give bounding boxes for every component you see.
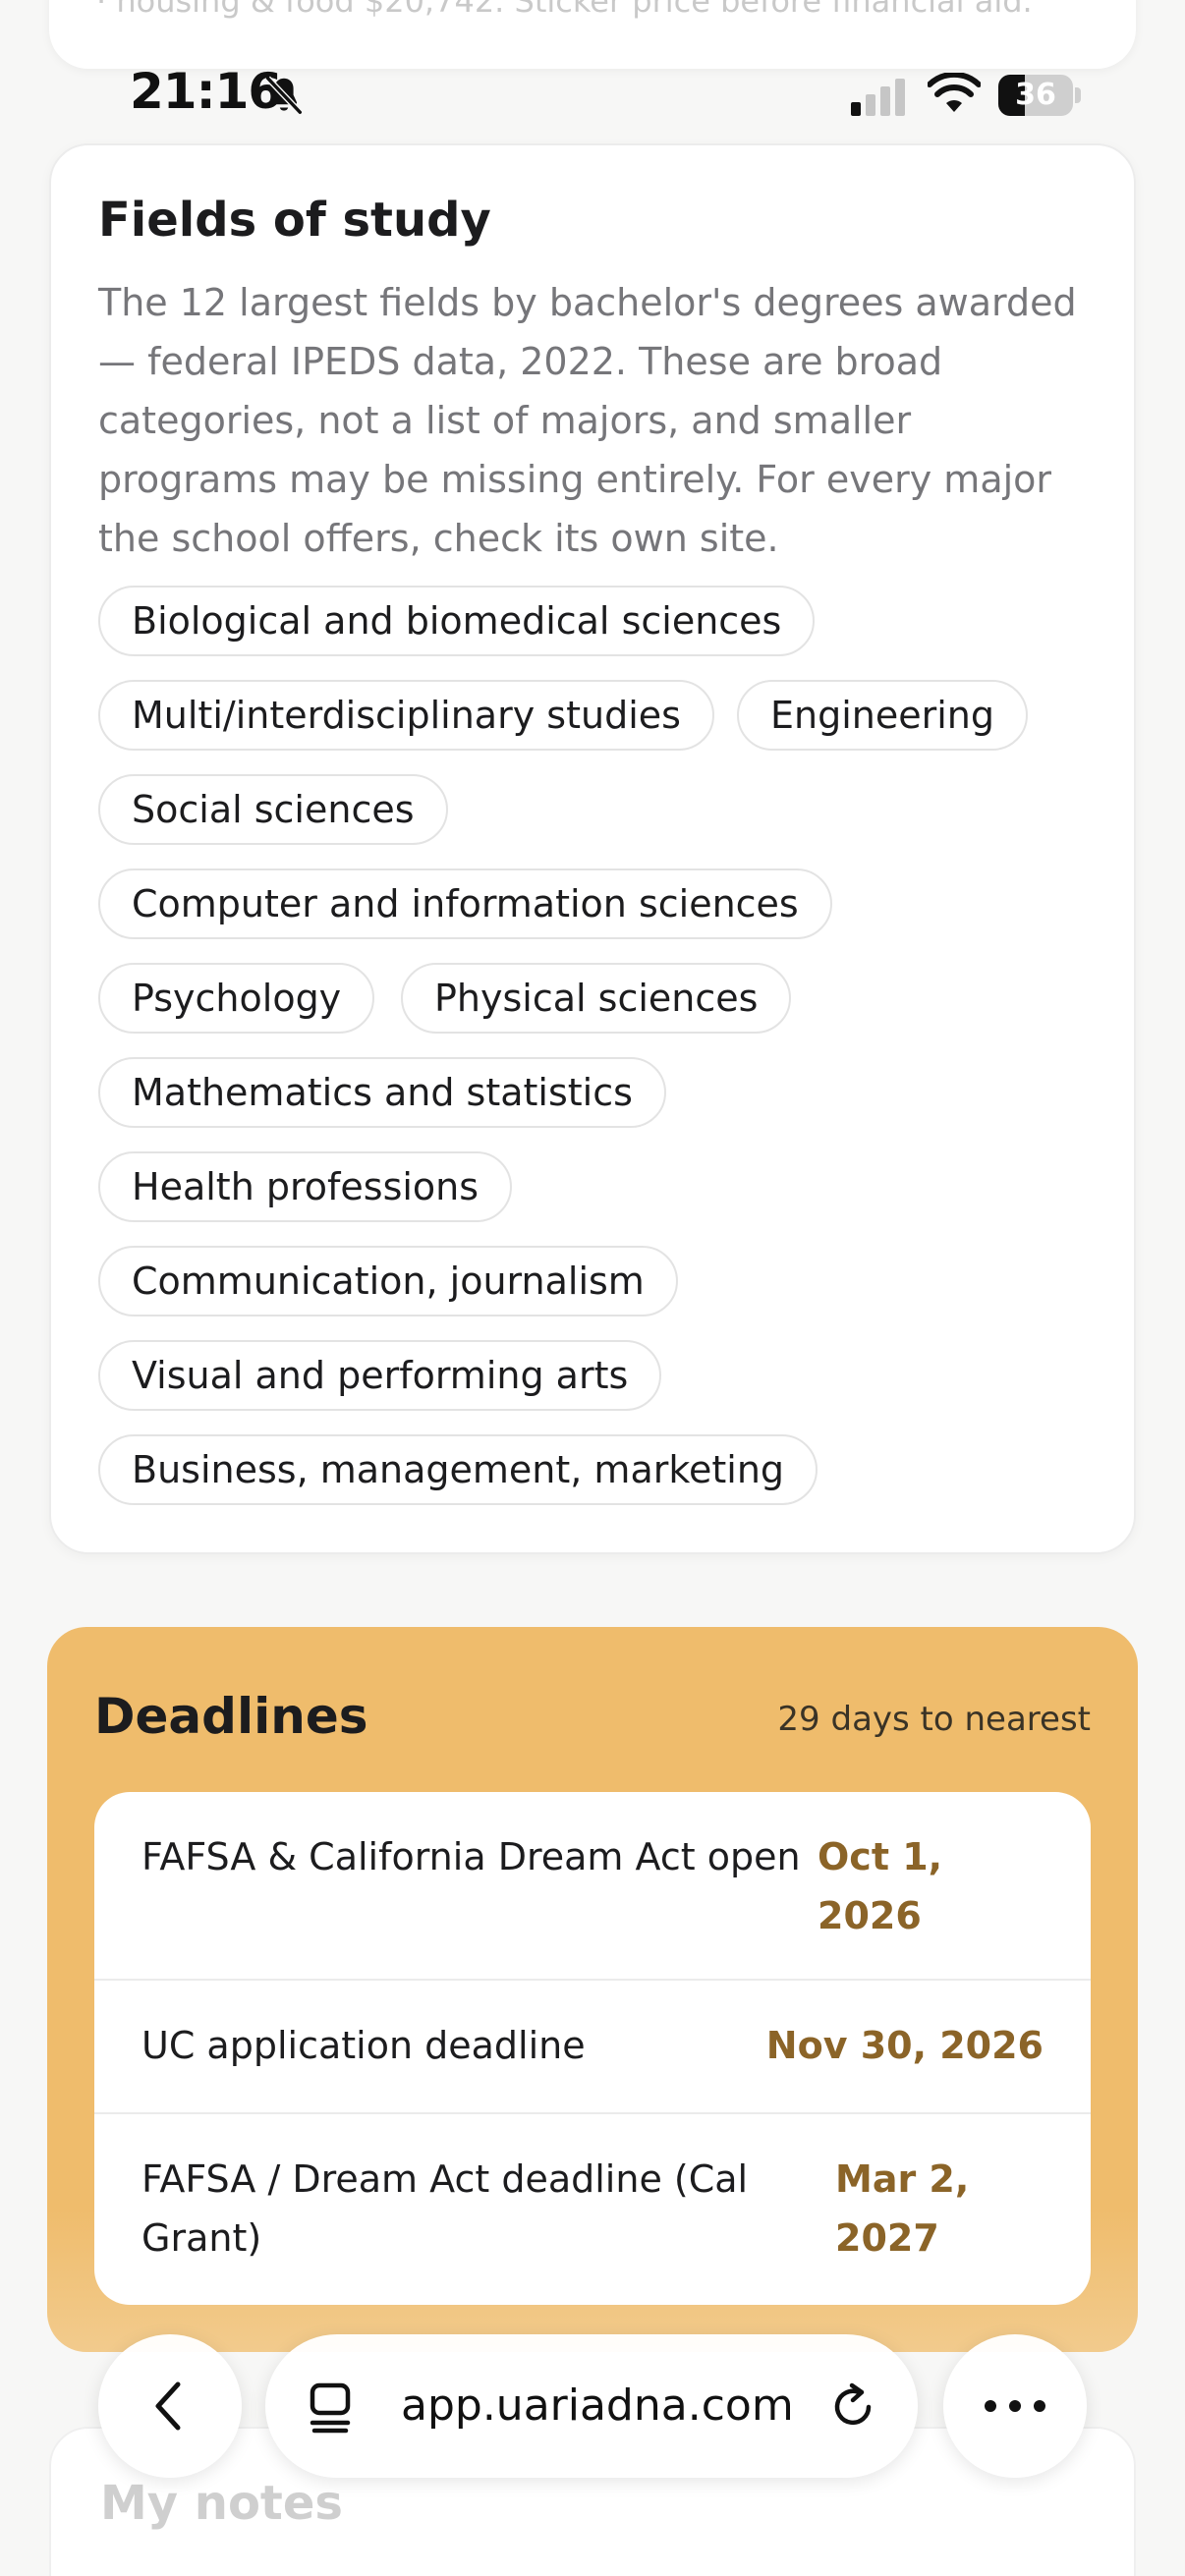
tabs-icon <box>310 2382 351 2434</box>
field-chip[interactable]: Social sciences <box>98 774 448 845</box>
battery-icon: 36 <box>998 75 1081 116</box>
more-button[interactable] <box>943 2334 1087 2478</box>
deadline-date: Mar 2, 2027 <box>835 2157 970 2260</box>
more-dots-icon <box>985 2400 1045 2412</box>
address-bar[interactable]: app.uariadna.com <box>265 2334 918 2478</box>
deadlines-title: Deadlines <box>94 1688 368 1745</box>
back-chevron-icon <box>155 2381 181 2431</box>
browser-toolbar: app.uariadna.com <box>0 2334 1185 2478</box>
deadlines-list: FAFSA & California Dream Act open Oct 1,… <box>94 1792 1091 2305</box>
fields-title: Fields of study <box>98 193 491 248</box>
deadlines-subtitle: 29 days to nearest <box>777 1700 1091 1739</box>
notes-title: My notes <box>100 2476 343 2531</box>
deadline-label: FAFSA & California Dream Act open <box>141 1835 801 1878</box>
previous-card-text: · housing & food $20,742. Sticker price … <box>96 0 1033 20</box>
field-chip[interactable]: Computer and information sciences <box>98 868 832 939</box>
fields-of-study-card: Fields of study The 12 largest fields by… <box>49 143 1136 1554</box>
wifi-icon <box>928 73 981 112</box>
battery-level: 36 <box>1015 78 1056 112</box>
url-text: app.uariadna.com <box>401 2380 794 2431</box>
deadline-date: Nov 30, 2026 <box>765 2024 1044 2067</box>
deadline-row: FAFSA / Dream Act deadline (Cal Grant) M… <box>94 2114 1091 2305</box>
field-chip[interactable]: Multi/interdisciplinary studies <box>98 680 714 751</box>
deadline-row: UC application deadline Nov 30, 2026 <box>94 1981 1091 2114</box>
deadline-row: FAFSA & California Dream Act open Oct 1,… <box>94 1792 1091 1981</box>
field-chip[interactable]: Physical sciences <box>401 963 792 1034</box>
field-chip[interactable]: Business, management, marketing <box>98 1434 818 1505</box>
signal-icon <box>851 79 905 116</box>
field-chip[interactable]: Engineering <box>737 680 1028 751</box>
status-bar: 21:16 36 <box>0 59 1185 138</box>
field-chip[interactable]: Health professions <box>98 1151 513 1222</box>
field-chip[interactable]: Biological and biomedical sciences <box>98 586 816 656</box>
bell-slash-icon <box>265 76 303 115</box>
back-button[interactable] <box>98 2334 242 2478</box>
deadlines-card: Deadlines 29 days to nearest FAFSA & Cal… <box>47 1627 1138 2352</box>
deadline-date: Oct 1, 2026 <box>818 1835 943 1937</box>
field-chip[interactable]: Visual and performing arts <box>98 1340 662 1411</box>
deadline-label: UC application deadline <box>141 2024 586 2067</box>
reload-icon[interactable] <box>825 2380 880 2435</box>
deadline-label: FAFSA / Dream Act deadline (Cal Grant) <box>141 2157 749 2260</box>
field-chip[interactable]: Psychology <box>98 963 375 1034</box>
status-time: 21:16 <box>130 63 282 120</box>
fields-description: The 12 largest fields by bachelor's degr… <box>98 281 1077 560</box>
field-chip[interactable]: Communication, journalism <box>98 1246 678 1316</box>
field-chip[interactable]: Mathematics and statistics <box>98 1057 666 1128</box>
